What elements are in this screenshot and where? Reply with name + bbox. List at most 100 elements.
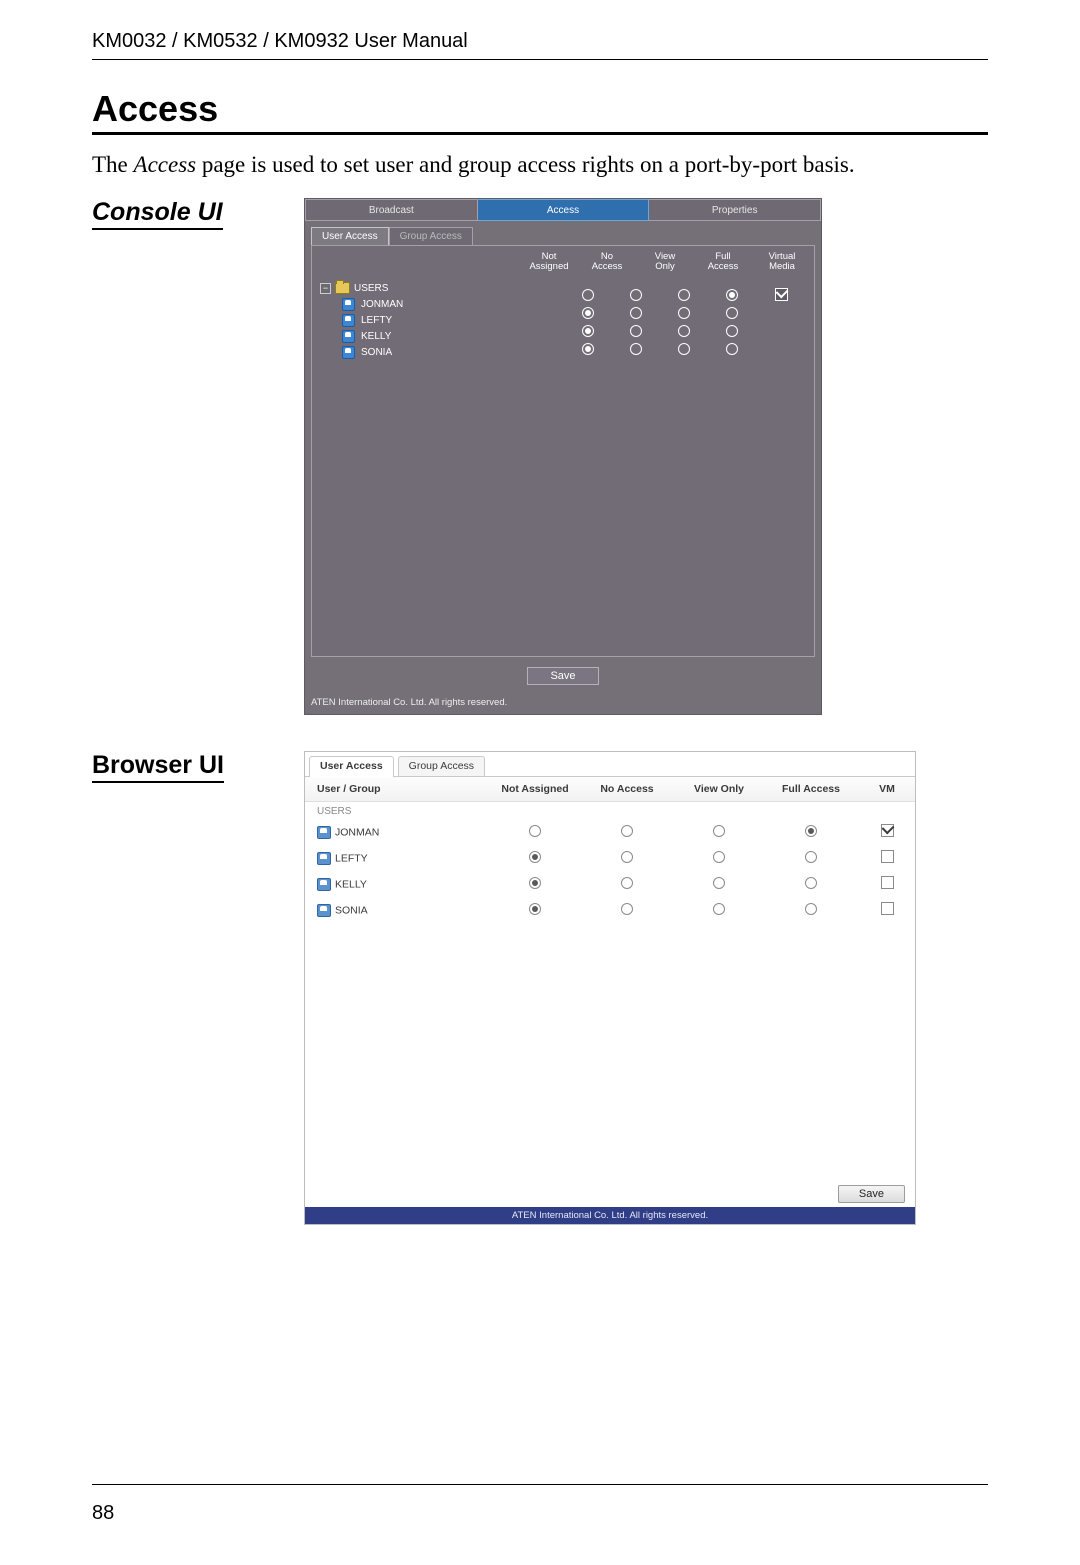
radio-not_assigned[interactable] bbox=[582, 289, 594, 301]
row-user-name: JONMAN bbox=[335, 826, 379, 838]
intro-post: page is used to set user and group acces… bbox=[196, 152, 855, 177]
radio-full_access[interactable] bbox=[726, 325, 738, 337]
browser-tabs: User Access Group Access bbox=[305, 752, 915, 777]
radio-view_only[interactable] bbox=[678, 307, 690, 319]
user-icon bbox=[342, 346, 355, 359]
title-rule bbox=[92, 132, 988, 135]
radio-view_only[interactable] bbox=[713, 851, 725, 863]
intro-emphasis: Access bbox=[134, 152, 197, 177]
tree-user-name: LEFTY bbox=[361, 315, 392, 326]
intro-paragraph: The Access page is used to set user and … bbox=[92, 149, 988, 180]
table-row: JONMAN bbox=[305, 819, 915, 845]
tab-access[interactable]: Access bbox=[478, 199, 650, 221]
radio-not_assigned[interactable] bbox=[529, 877, 541, 889]
checkbox-vm[interactable] bbox=[881, 876, 894, 889]
radio-full_access[interactable] bbox=[805, 825, 817, 837]
col-view-only: View Only bbox=[642, 252, 688, 273]
subtab-user-access[interactable]: User Access bbox=[311, 227, 389, 245]
save-button[interactable]: Save bbox=[838, 1185, 905, 1203]
console-top-tabs: Broadcast Access Properties bbox=[305, 199, 821, 221]
radio-full_access[interactable] bbox=[805, 851, 817, 863]
intro-pre: The bbox=[92, 152, 134, 177]
th-no-access: No Access bbox=[579, 777, 671, 802]
tab-user-access[interactable]: User Access bbox=[309, 756, 394, 776]
radio-view_only[interactable] bbox=[713, 825, 725, 837]
checkbox-virtual-media[interactable] bbox=[775, 288, 788, 301]
radio-view_only[interactable] bbox=[713, 877, 725, 889]
radio-view_only[interactable] bbox=[678, 289, 690, 301]
user-icon bbox=[317, 904, 331, 917]
radio-not_assigned[interactable] bbox=[529, 851, 541, 863]
row-user-name: SONIA bbox=[335, 904, 368, 916]
radio-not_assigned[interactable] bbox=[582, 325, 594, 337]
radio-view_only[interactable] bbox=[678, 343, 690, 355]
table-row: KELLY bbox=[305, 871, 915, 897]
user-icon bbox=[317, 826, 331, 839]
th-user-group: User / Group bbox=[305, 777, 487, 802]
footer-rule bbox=[92, 1484, 988, 1485]
th-vm: VM bbox=[855, 777, 915, 802]
radio-not_assigned[interactable] bbox=[529, 903, 541, 915]
col-not-assigned: Not Assigned bbox=[526, 252, 572, 273]
page-number: 88 bbox=[92, 1502, 114, 1525]
console-ui-figure: Broadcast Access Properties User Access … bbox=[304, 198, 822, 715]
console-permission-grid bbox=[564, 286, 806, 358]
th-full-access: Full Access bbox=[763, 777, 855, 802]
section-title: Access bbox=[92, 88, 988, 130]
radio-full_access[interactable] bbox=[805, 877, 817, 889]
tree-user-name: SONIA bbox=[361, 347, 392, 358]
user-icon bbox=[317, 852, 331, 865]
tab-group-access[interactable]: Group Access bbox=[398, 756, 485, 776]
tab-properties[interactable]: Properties bbox=[649, 199, 821, 221]
running-header: KM0032 / KM0532 / KM0932 User Manual bbox=[92, 30, 988, 53]
th-view-only: View Only bbox=[671, 777, 763, 802]
browser-copyright: ATEN International Co. Ltd. All rights r… bbox=[305, 1207, 915, 1224]
radio-no_access[interactable] bbox=[630, 289, 642, 301]
radio-not_assigned[interactable] bbox=[529, 825, 541, 837]
console-body: Not Assigned No Access View Only Full Ac… bbox=[311, 245, 815, 657]
user-icon bbox=[342, 314, 355, 327]
radio-full_access[interactable] bbox=[726, 307, 738, 319]
browser-group-label: USERS bbox=[305, 802, 915, 820]
subheading-browser-ui: Browser UI bbox=[92, 751, 224, 783]
radio-no_access[interactable] bbox=[630, 343, 642, 355]
checkbox-vm[interactable] bbox=[881, 902, 894, 915]
radio-no_access[interactable] bbox=[621, 877, 633, 889]
subtab-group-access[interactable]: Group Access bbox=[389, 227, 473, 245]
radio-full_access[interactable] bbox=[805, 903, 817, 915]
checkbox-vm[interactable] bbox=[881, 850, 894, 863]
subheading-console-ui: Console UI bbox=[92, 198, 223, 230]
col-virtual-media: Virtual Media bbox=[758, 252, 806, 273]
checkbox-vm[interactable] bbox=[881, 824, 894, 837]
radio-no_access[interactable] bbox=[630, 307, 642, 319]
tab-broadcast[interactable]: Broadcast bbox=[305, 199, 478, 221]
save-button[interactable]: Save bbox=[527, 667, 598, 685]
radio-not_assigned[interactable] bbox=[582, 307, 594, 319]
tree-user-name: KELLY bbox=[361, 331, 391, 342]
user-icon bbox=[342, 330, 355, 343]
folder-icon bbox=[335, 282, 350, 294]
row-user-name: KELLY bbox=[335, 878, 367, 890]
radio-not_assigned[interactable] bbox=[582, 343, 594, 355]
browser-access-table: User / Group Not Assigned No Access View… bbox=[305, 777, 915, 923]
user-icon bbox=[317, 878, 331, 891]
col-no-access: No Access bbox=[584, 252, 630, 273]
radio-full_access[interactable] bbox=[726, 343, 738, 355]
tree-collapse-icon[interactable]: − bbox=[320, 283, 331, 294]
radio-view_only[interactable] bbox=[678, 325, 690, 337]
radio-no_access[interactable] bbox=[621, 903, 633, 915]
tree-root-label: USERS bbox=[354, 283, 388, 294]
radio-no_access[interactable] bbox=[621, 851, 633, 863]
console-copyright: ATEN International Co. Ltd. All rights r… bbox=[305, 695, 821, 714]
table-row: LEFTY bbox=[305, 845, 915, 871]
radio-no_access[interactable] bbox=[621, 825, 633, 837]
radio-view_only[interactable] bbox=[713, 903, 725, 915]
row-user-name: LEFTY bbox=[335, 852, 368, 864]
header-rule bbox=[92, 59, 988, 60]
radio-full_access[interactable] bbox=[726, 289, 738, 301]
user-icon bbox=[342, 298, 355, 311]
table-row: SONIA bbox=[305, 897, 915, 923]
radio-no_access[interactable] bbox=[630, 325, 642, 337]
console-subtabs: User Access Group Access bbox=[305, 227, 821, 245]
browser-ui-figure: User Access Group Access User / Group No… bbox=[304, 751, 916, 1225]
